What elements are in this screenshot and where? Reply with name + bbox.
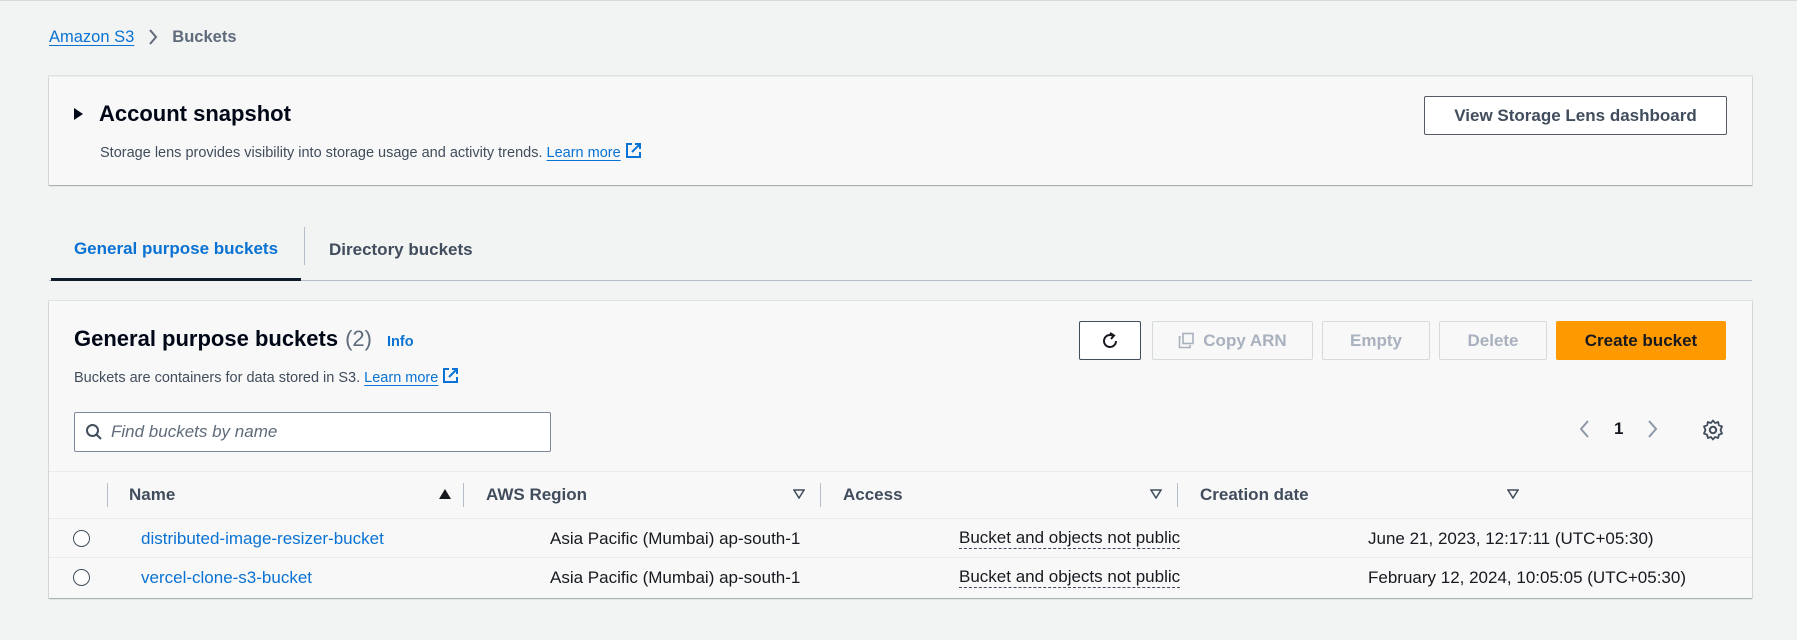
table-row[interactable]: vercel-clone-s3-bucket Asia Pacific (Mum… xyxy=(49,558,1752,597)
column-name-label: Name xyxy=(129,485,176,504)
column-access-label: Access xyxy=(843,485,903,504)
search-icon xyxy=(86,424,102,440)
external-link-icon xyxy=(442,367,459,388)
chevron-left-icon[interactable] xyxy=(1578,419,1590,439)
general-purpose-buckets-panel: General purpose buckets (2) Info Buckets… xyxy=(49,301,1752,598)
tab-general-purpose-buckets[interactable]: General purpose buckets xyxy=(51,219,301,281)
copy-arn-label: Copy ARN xyxy=(1203,330,1287,350)
column-divider xyxy=(1177,483,1178,507)
account-snapshot-toggle[interactable]: Account snapshot xyxy=(74,101,291,127)
bucket-region: Asia Pacific (Mumbai) ap-south-1 xyxy=(550,567,801,587)
radio-button[interactable] xyxy=(73,530,90,547)
buckets-description-text: Buckets are containers for data stored i… xyxy=(74,369,361,386)
delete-button[interactable]: Delete xyxy=(1439,321,1547,360)
create-bucket-button[interactable]: Create bucket xyxy=(1556,321,1726,360)
breadcrumb-amazon-s3[interactable]: Amazon S3 xyxy=(49,28,134,47)
bucket-creation-date: February 12, 2024, 10:05:05 (UTC+05:30) xyxy=(1368,567,1686,587)
tab-directory-buckets[interactable]: Directory buckets xyxy=(329,219,473,281)
sort-caret-down-icon xyxy=(793,489,805,499)
buckets-learn-more-link[interactable]: Learn more xyxy=(364,370,438,386)
tab-divider xyxy=(304,227,305,265)
pagination: 1 xyxy=(1578,419,1659,439)
table-header: Name AWS Region Access Creation date xyxy=(49,471,1752,519)
bucket-access[interactable]: Bucket and objects not public xyxy=(959,528,1181,549)
table-preferences-button[interactable] xyxy=(1702,419,1724,446)
column-header-creation-date[interactable]: Creation date xyxy=(1200,472,1519,518)
search-input[interactable] xyxy=(111,422,531,442)
chevron-right-icon[interactable] xyxy=(1647,419,1659,439)
bucket-name-link[interactable]: distributed-image-resizer-bucket xyxy=(141,529,384,549)
account-snapshot-description: Storage lens provides visibility into st… xyxy=(100,142,642,163)
radio-button[interactable] xyxy=(73,569,90,586)
sort-caret-down-icon xyxy=(1507,489,1519,499)
view-storage-lens-button[interactable]: View Storage Lens dashboard xyxy=(1424,96,1727,135)
bucket-name-link[interactable]: vercel-clone-s3-bucket xyxy=(141,568,312,588)
snapshot-learn-more-link[interactable]: Learn more xyxy=(547,145,621,161)
buckets-description: Buckets are containers for data stored i… xyxy=(74,367,459,388)
copy-icon xyxy=(1178,332,1195,349)
buckets-title: General purpose buckets xyxy=(74,326,339,351)
column-header-access[interactable]: Access xyxy=(843,472,1162,518)
bucket-type-tabs: General purpose buckets Directory bucket… xyxy=(49,219,1752,281)
account-snapshot-title: Account snapshot xyxy=(99,101,291,126)
column-region-label: AWS Region xyxy=(486,485,588,504)
bucket-region: Asia Pacific (Mumbai) ap-south-1 xyxy=(550,528,801,548)
info-link[interactable]: Info xyxy=(387,334,414,350)
sort-caret-down-icon xyxy=(1150,489,1162,499)
column-divider xyxy=(107,483,108,507)
bucket-access[interactable]: Bucket and objects not public xyxy=(959,567,1181,588)
account-snapshot-panel: Account snapshot Storage lens provides v… xyxy=(49,76,1752,185)
page-number[interactable]: 1 xyxy=(1614,419,1623,439)
sort-ascending-icon xyxy=(439,489,451,499)
snapshot-description-text: Storage lens provides visibility into st… xyxy=(100,144,543,161)
gear-icon xyxy=(1703,419,1723,441)
copy-arn-button[interactable]: Copy ARN xyxy=(1152,321,1313,360)
buckets-count: (2) xyxy=(345,326,372,351)
s3-buckets-page: Amazon S3 Buckets Account snapshot Stora… xyxy=(0,0,1797,640)
row-select-radio[interactable] xyxy=(73,519,90,558)
breadcrumb: Amazon S3 Buckets xyxy=(49,26,237,48)
column-divider xyxy=(463,483,464,507)
breadcrumb-current: Buckets xyxy=(172,27,237,46)
column-divider xyxy=(820,483,821,507)
caret-right-icon xyxy=(74,108,83,120)
external-link-icon xyxy=(625,142,642,163)
buckets-header: General purpose buckets (2) Info xyxy=(74,326,414,352)
column-header-name[interactable]: Name xyxy=(129,472,451,518)
bucket-creation-date: June 21, 2023, 12:17:11 (UTC+05:30) xyxy=(1368,528,1654,548)
column-created-label: Creation date xyxy=(1200,485,1309,504)
bucket-search-box xyxy=(74,412,551,452)
refresh-button[interactable] xyxy=(1079,321,1141,360)
empty-button[interactable]: Empty xyxy=(1322,321,1430,360)
row-select-radio[interactable] xyxy=(73,558,90,597)
table-row[interactable]: distributed-image-resizer-bucket Asia Pa… xyxy=(49,519,1752,558)
refresh-icon xyxy=(1103,331,1117,348)
chevron-right-icon xyxy=(148,29,158,45)
column-header-region[interactable]: AWS Region xyxy=(486,472,805,518)
